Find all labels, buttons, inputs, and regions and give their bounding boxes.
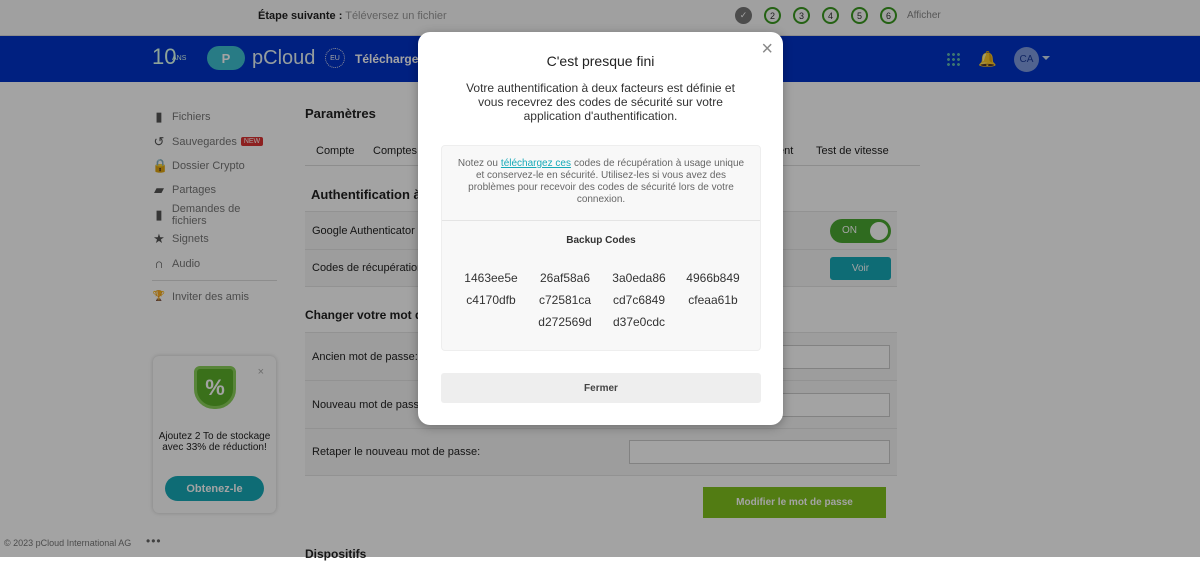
dialog-title: C'est presque fini xyxy=(546,53,655,69)
backup-codes-title: Backup Codes xyxy=(566,235,636,246)
backup-codes-box: Notez ou téléchargez ces codes de récupéra… xyxy=(441,145,761,351)
backup-code: 4966b849 xyxy=(686,271,740,285)
backup-code: d272569d xyxy=(538,315,592,329)
backup-code: cd7c6849 xyxy=(612,293,666,307)
backup-code: 26af58a6 xyxy=(539,271,591,285)
backup-codes-list: 1463ee5e 26af58a6 3a0eda86 4966b849 c417… xyxy=(454,271,750,329)
backup-code: c4170dfb xyxy=(466,293,516,307)
recovery-note: Notez ou téléchargez ces codes de récupéra… xyxy=(442,146,760,221)
backup-code: cfeaa61b xyxy=(688,293,738,307)
backup-code xyxy=(676,315,750,329)
backup-code: d37e0cdc xyxy=(612,315,666,329)
twofa-complete-dialog: × C'est presque fini Votre authentificat… xyxy=(418,32,783,425)
backup-code xyxy=(454,315,528,329)
close-button[interactable]: Fermer xyxy=(441,373,761,403)
backup-code: 3a0eda86 xyxy=(612,271,666,285)
backup-code: 1463ee5e xyxy=(464,271,518,285)
dialog-description: Votre authentification à deux facteurs e… xyxy=(466,81,735,123)
backup-code: c72581ca xyxy=(538,293,592,307)
download-codes-link[interactable]: téléchargez ces xyxy=(501,158,571,169)
